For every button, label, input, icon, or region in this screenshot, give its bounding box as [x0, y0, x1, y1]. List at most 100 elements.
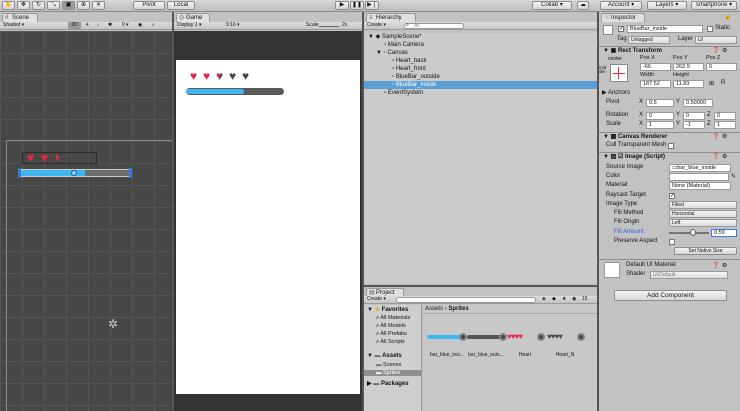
fill-amount-slider-knob[interactable]: [689, 229, 696, 236]
asset-picker-icon[interactable]: [537, 333, 545, 341]
fill-method-dropdown[interactable]: Horizontal: [669, 210, 737, 218]
transform-tool-icon[interactable]: ⊕: [77, 1, 90, 10]
pivot-toggle[interactable]: Pivot: [133, 1, 165, 10]
help-icon[interactable]: ❓: [712, 262, 719, 269]
shader-dropdown[interactable]: UI/Default: [650, 271, 728, 279]
rot-y-field[interactable]: 0: [683, 112, 705, 120]
favorite-item[interactable]: ⌕ All Prefabs: [376, 331, 407, 338]
hierarchy-item-eventsystem[interactable]: ▫ EventSystem: [364, 89, 597, 97]
raycast-checkbox[interactable]: ✓: [669, 193, 675, 199]
preset-icon[interactable]: ⚙: [722, 133, 727, 140]
scene-camera-icon[interactable]: ◉: [138, 22, 142, 29]
rot-x-field[interactable]: 0: [646, 112, 674, 120]
effects-icon[interactable]: ✱: [108, 22, 112, 29]
visibility-icon[interactable]: ◉: [572, 296, 576, 303]
scene-gizmo-icon[interactable]: ✲: [108, 318, 120, 330]
tab-hierarchy[interactable]: ≡ Hierarchy: [366, 13, 416, 22]
help-icon[interactable]: ❓: [712, 133, 719, 140]
object-active-checkbox[interactable]: ✓: [618, 26, 624, 32]
favorite-item[interactable]: ⌕ All Materials: [376, 315, 410, 322]
collab-dropdown[interactable]: Collab ▾: [532, 1, 572, 10]
asset-thumb-heart-n[interactable]: ♥♥♥♥: [547, 329, 587, 345]
scene-search-icon[interactable]: ⌕: [152, 22, 155, 29]
fill-amount-slider[interactable]: [669, 229, 709, 236]
help-icon[interactable]: ❓: [712, 153, 719, 160]
anchor-preset-icon[interactable]: [610, 64, 628, 82]
custom-tool-icon[interactable]: ✕: [92, 1, 105, 10]
project-create-dropdown[interactable]: Create ▾: [367, 296, 386, 303]
packages-header[interactable]: ▶ ▬ Packages: [367, 380, 409, 387]
image-type-dropdown[interactable]: Filled: [669, 201, 737, 209]
posx-field[interactable]: -66: [640, 63, 671, 71]
hierarchy-item-canvas[interactable]: ▼ ▫ Canvas: [364, 49, 597, 57]
audio-icon[interactable]: ♪: [97, 22, 100, 29]
tab-scene[interactable]: # Scene: [2, 13, 38, 22]
favorite-star-icon[interactable]: ★: [562, 296, 566, 303]
hand-tool-icon[interactable]: ✋: [2, 1, 15, 10]
account-dropdown[interactable]: Account ▾: [600, 1, 642, 10]
rotate-tool-icon[interactable]: ↻: [32, 1, 45, 10]
foldout-icon[interactable]: ▼: [376, 50, 382, 56]
fill-amount-field[interactable]: 0.59: [711, 229, 737, 237]
filter-by-label-icon[interactable]: ◆: [552, 296, 556, 303]
asset-thumb-bar-blue-outside[interactable]: [467, 329, 507, 345]
blueprint-mode-icon[interactable]: ⊞: [709, 80, 714, 87]
rect-handle-left[interactable]: [18, 168, 21, 178]
scale-tool-icon[interactable]: ⤡: [47, 1, 60, 10]
height-field[interactable]: 11.83: [673, 80, 704, 88]
set-native-size-button[interactable]: Set Native Size: [674, 247, 737, 255]
filter-by-type-icon[interactable]: ◈: [542, 296, 546, 303]
local-toggle[interactable]: Local: [167, 1, 195, 10]
rot-z-field[interactable]: 0: [714, 112, 736, 120]
width-field[interactable]: 187.52: [640, 80, 671, 88]
hierarchy-item-samplescene[interactable]: ▼ ◆ SampleScene*: [364, 33, 597, 41]
aspect-dropdown[interactable]: 9:16 ▾: [226, 22, 240, 29]
raw-edit-mode-icon[interactable]: R: [721, 80, 725, 86]
inspector-lock-icon[interactable]: 🔒: [724, 13, 731, 20]
favorite-item[interactable]: ⌕ All Models: [376, 323, 406, 330]
posz-field[interactable]: 0: [706, 63, 737, 71]
light-icon[interactable]: ☀: [85, 22, 89, 29]
scale-y-field[interactable]: -1: [683, 121, 705, 129]
move-tool-icon[interactable]: ✥: [17, 1, 30, 10]
anchors-foldout[interactable]: ▶ Anchors: [602, 90, 630, 97]
pivot-handle-icon[interactable]: [71, 170, 77, 176]
display-dropdown[interactable]: Display 1 ▾: [177, 22, 201, 29]
preset-icon[interactable]: ⚙: [722, 47, 727, 54]
material-field[interactable]: None (Material): [669, 182, 731, 190]
help-icon[interactable]: ❓: [712, 47, 719, 54]
layer-dropdown[interactable]: UI: [695, 36, 737, 44]
gizmo-counter[interactable]: 0 ▾: [122, 22, 129, 29]
scene-bar-outside[interactable]: [20, 169, 131, 177]
scene-hearts[interactable]: ♥ ♥ ♥ ♥ ♥: [22, 151, 97, 164]
asset-thumb-bar-blue-inside[interactable]: [427, 329, 467, 345]
project-search-input[interactable]: [396, 297, 536, 303]
add-component-button[interactable]: Add Component: [614, 290, 727, 301]
shading-dropdown[interactable]: Shaded ▾: [3, 22, 24, 29]
hierarchy-item-bluebar-inside[interactable]: ▫ BlueBar_inside: [364, 81, 597, 89]
asset-thumb-heart[interactable]: ♥♥♥♥: [507, 329, 547, 345]
hierarchy-search-input[interactable]: All: [404, 23, 464, 29]
color-swatch[interactable]: [669, 173, 729, 181]
asset-picker-icon[interactable]: [459, 333, 467, 341]
step-button[interactable]: ▶❘: [365, 1, 379, 10]
static-checkbox[interactable]: [707, 26, 713, 32]
pivot-x-field[interactable]: 0.5: [646, 99, 674, 107]
breadcrumb-sprites[interactable]: Sprites: [448, 306, 468, 312]
pause-button[interactable]: ❚❚: [350, 1, 364, 10]
preserve-aspect-checkbox[interactable]: [669, 239, 675, 245]
play-button[interactable]: ▶: [335, 1, 349, 10]
scene-viewport[interactable]: ♥ ♥ ♥ ♥ ♥ ✲: [0, 31, 172, 411]
favorite-item[interactable]: ⌕ All Scripts: [376, 339, 405, 346]
asset-picker-icon[interactable]: [499, 333, 507, 341]
rect-tool-icon[interactable]: ▣: [62, 1, 75, 10]
eyedropper-icon[interactable]: ✎: [731, 173, 736, 180]
pivot-y-field[interactable]: 0.50000: [683, 99, 713, 107]
tab-game[interactable]: ◎ Game: [176, 13, 210, 22]
mode-2d-toggle[interactable]: 2D: [68, 22, 81, 29]
preset-icon[interactable]: ⚙: [722, 262, 727, 269]
preset-icon[interactable]: ⚙: [722, 153, 727, 160]
image-enabled-checkbox[interactable]: ☑: [618, 154, 623, 160]
layers-dropdown[interactable]: Layers ▾: [647, 1, 687, 10]
game-view[interactable]: ♥ ♥ ♥ ♥ ♥: [176, 60, 360, 394]
